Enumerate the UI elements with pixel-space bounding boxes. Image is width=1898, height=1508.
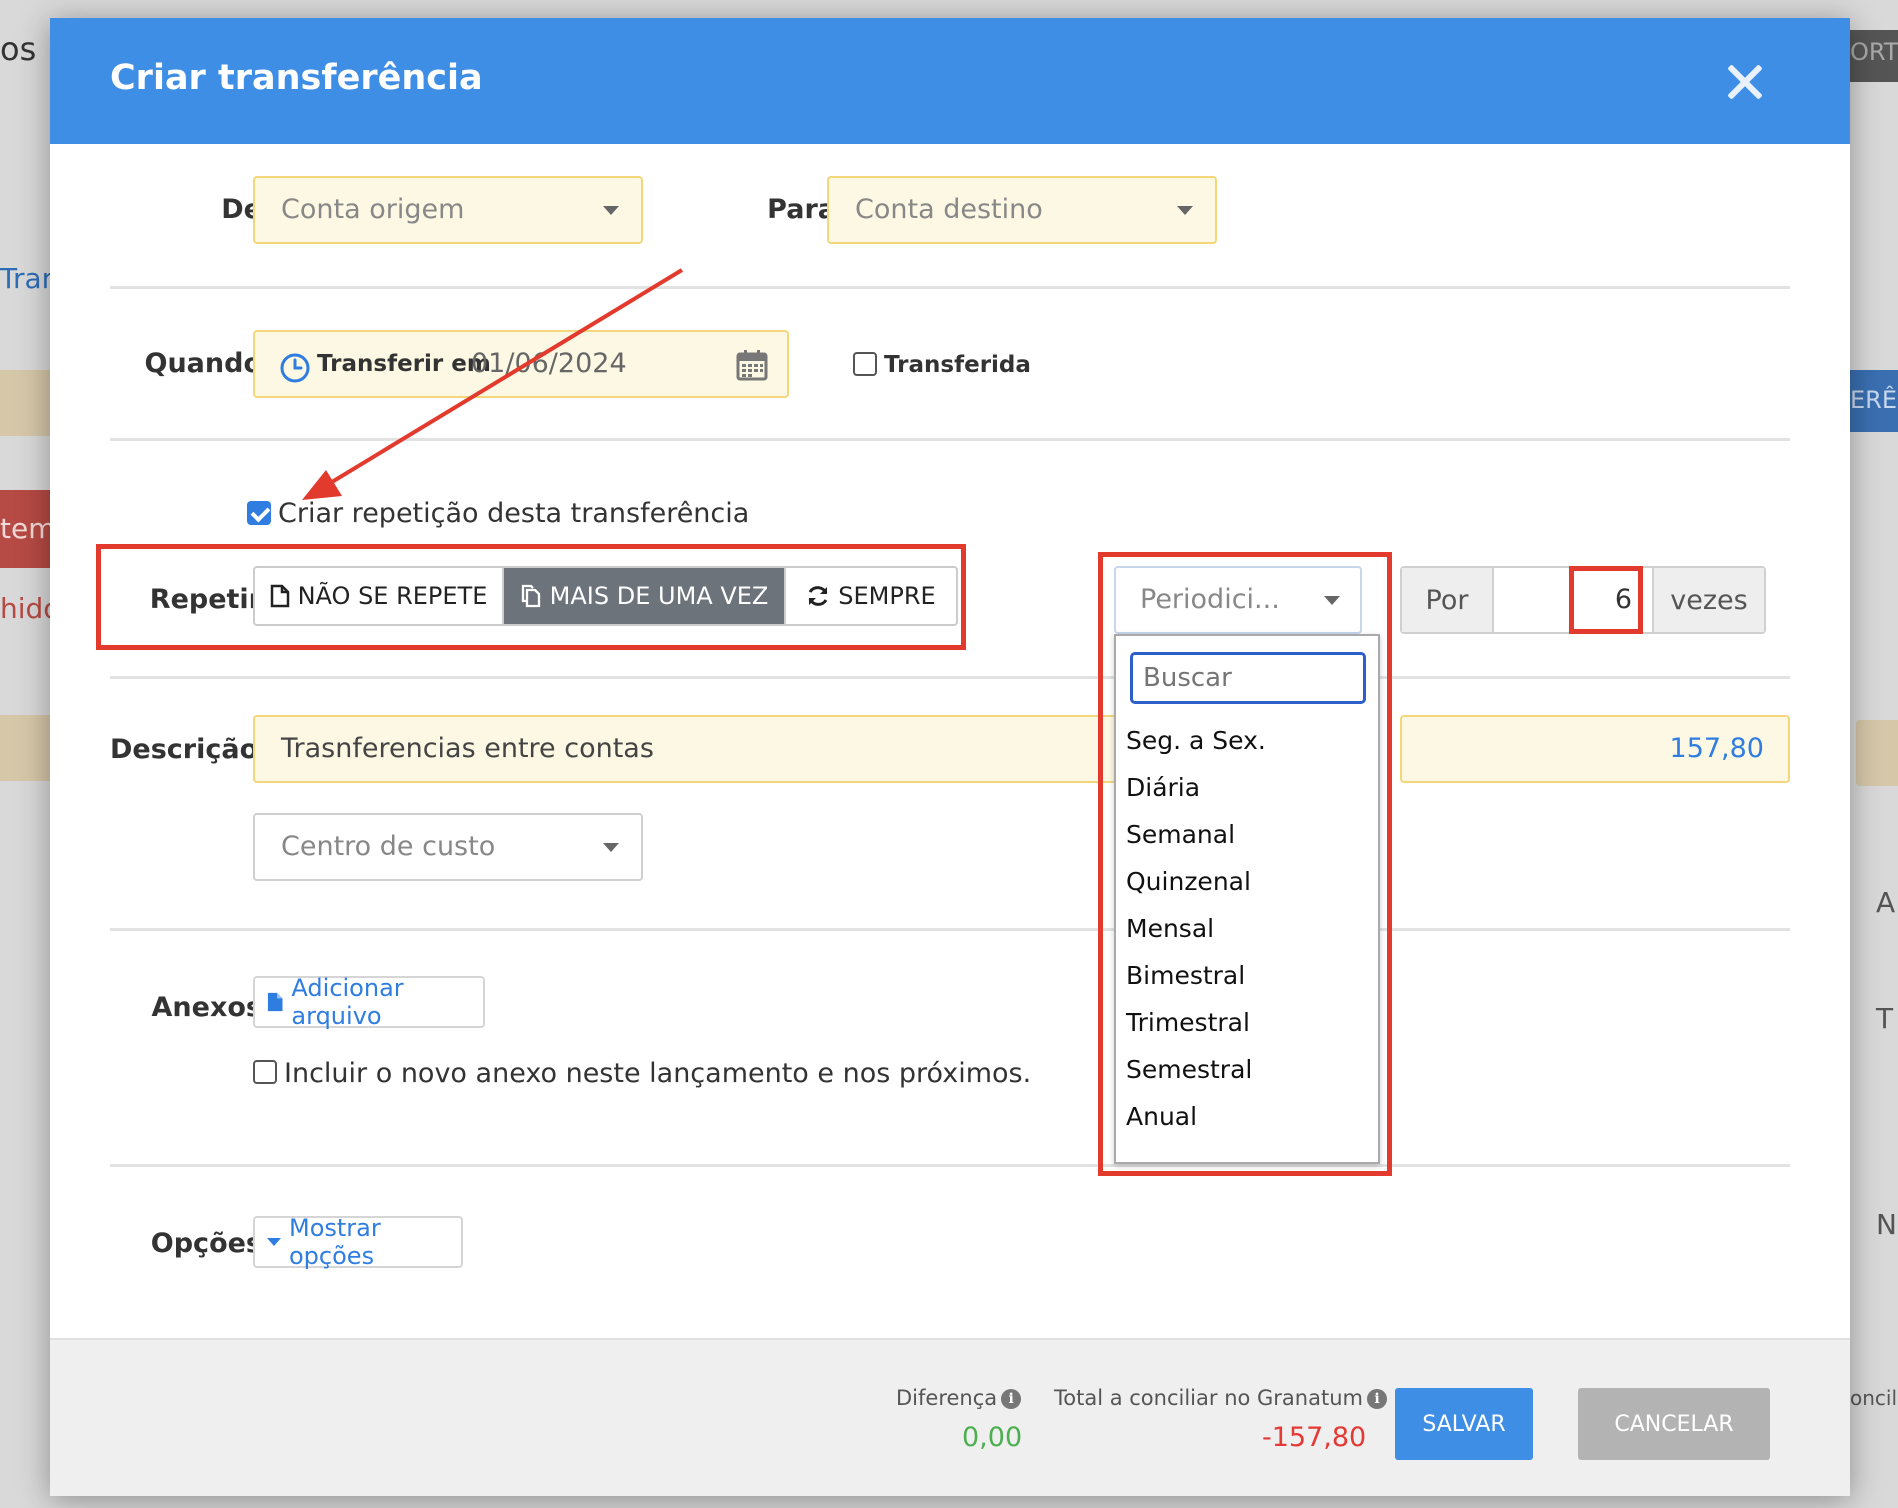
bg-left-bar-2 [0, 715, 50, 781]
bg-left-bar [0, 370, 50, 436]
bg-right-yellow [1856, 720, 1898, 786]
bg-right-mid-text: ERÊN [1850, 386, 1898, 414]
bg-right-item-t: T [1876, 1002, 1894, 1035]
bg-right-bottom-text: oncili [1850, 1386, 1898, 1410]
bg-right-item-a: A [1876, 886, 1896, 919]
bg-right-item-n: N [1876, 1208, 1897, 1241]
create-transfer-modal: Criar transferência De Conta origem Para… [50, 18, 1850, 1496]
bg-right-top-text: ORT [1850, 38, 1898, 66]
annotation-arrow [302, 268, 684, 500]
bg-left-item-1: tem [0, 512, 56, 545]
bg-top-left-text: os [0, 30, 37, 68]
